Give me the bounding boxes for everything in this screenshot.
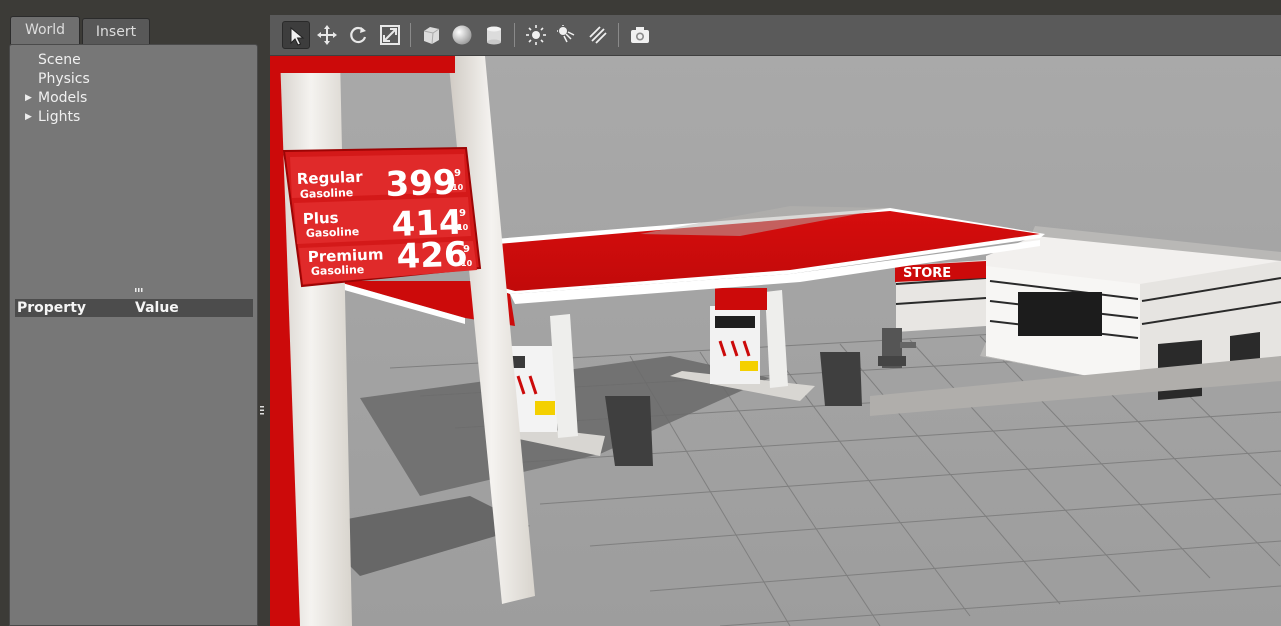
toolbar-separator xyxy=(410,23,411,47)
sphere-icon xyxy=(452,25,472,45)
fuel-price: 426 xyxy=(396,235,468,277)
store-sign-text: STORE xyxy=(903,266,951,281)
splitter-grip-icon[interactable] xyxy=(135,287,143,293)
translate-mode-button[interactable] xyxy=(313,21,341,49)
expand-arrow-icon[interactable]: ▶ xyxy=(25,89,32,108)
price-fraction-bottom: 10 xyxy=(461,259,473,268)
spot-light-icon xyxy=(557,25,575,43)
box-icon xyxy=(423,27,440,45)
tree-item-lights[interactable]: Lights xyxy=(38,108,80,127)
fuel-type-label: Gasoline xyxy=(300,186,354,201)
price-fraction-top: 9 xyxy=(454,168,461,179)
rotate-icon xyxy=(350,26,367,44)
panel-resize-handle-icon[interactable] xyxy=(260,404,264,416)
expand-arrow-icon[interactable]: ▶ xyxy=(25,108,32,127)
screenshot-button[interactable] xyxy=(626,21,654,49)
select-mode-button[interactable] xyxy=(282,21,310,49)
sign-top-banner xyxy=(272,56,455,73)
3d-viewport[interactable]: STORE Regular Gasoline 399 9 10 Plus Gas… xyxy=(270,56,1281,626)
insert-cylinder-button[interactable] xyxy=(480,21,508,49)
tree-item-physics[interactable]: Physics xyxy=(38,70,90,89)
point-light-icon xyxy=(526,25,546,45)
directional-light-icon xyxy=(589,26,607,44)
tab-world[interactable]: World xyxy=(10,16,80,44)
fuel-price: 399 xyxy=(385,163,457,205)
translate-icon xyxy=(317,25,337,45)
price-fraction-top: 9 xyxy=(463,244,470,255)
price-fraction-bottom: 10 xyxy=(452,183,464,192)
insert-box-button[interactable] xyxy=(417,21,445,49)
tab-insert[interactable]: Insert xyxy=(82,18,150,44)
fuel-type-label: Gasoline xyxy=(311,263,365,278)
price-fraction-top: 9 xyxy=(459,208,466,219)
cylinder-icon xyxy=(487,26,501,45)
value-column-header[interactable]: Value xyxy=(135,299,179,317)
left-panel: World Insert Scene Physics ▶ Models ▶ Li… xyxy=(0,8,264,626)
insert-directional-light-button[interactable] xyxy=(584,21,612,49)
toolbar xyxy=(270,15,1281,56)
insert-point-light-button[interactable] xyxy=(522,21,550,49)
price-fraction-bottom: 10 xyxy=(457,223,469,232)
store-window xyxy=(1018,292,1102,336)
property-table-header: Property Value xyxy=(15,299,253,317)
gazebo-window: World Insert Scene Physics ▶ Models ▶ Li… xyxy=(0,0,1281,626)
insert-sphere-button[interactable] xyxy=(448,21,476,49)
title-bar xyxy=(0,0,1281,8)
toolbar-separator xyxy=(618,23,619,47)
tree-item-models[interactable]: Models xyxy=(38,89,87,108)
gas-station-scene: STORE Regular Gasoline 399 9 10 Plus Gas… xyxy=(270,56,1281,626)
world-panel: Scene Physics ▶ Models ▶ Lights Property… xyxy=(9,44,258,626)
scale-icon xyxy=(380,25,400,45)
insert-spot-light-button[interactable] xyxy=(553,21,581,49)
fuel-grade-label: Regular xyxy=(297,168,364,188)
toolbar-separator xyxy=(514,23,515,47)
rotate-mode-button[interactable] xyxy=(344,21,372,49)
select-arrow-icon xyxy=(290,26,305,46)
screenshot-icon xyxy=(631,27,649,43)
fuel-type-label: Gasoline xyxy=(306,225,360,240)
scale-mode-button[interactable] xyxy=(376,21,404,49)
tree-item-scene[interactable]: Scene xyxy=(38,51,81,70)
property-column-header[interactable]: Property xyxy=(17,299,86,317)
